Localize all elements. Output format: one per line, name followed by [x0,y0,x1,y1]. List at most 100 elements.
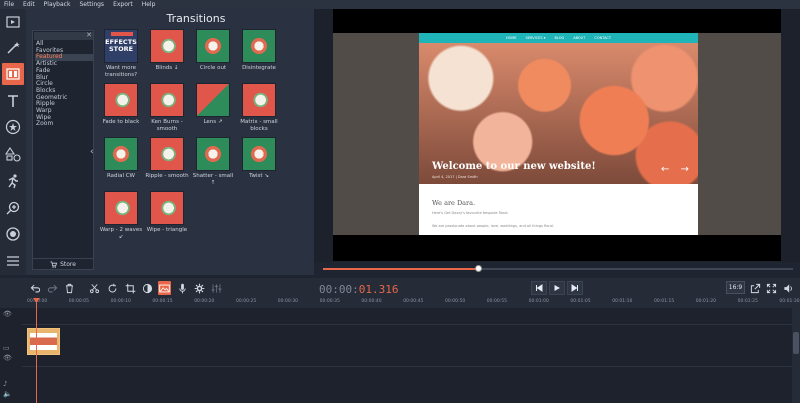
menu-settings[interactable]: Settings [79,1,104,8]
rotate-icon[interactable] [106,281,119,295]
transition-label: Ken Burns - smooth [151,119,183,132]
site-nav-services: SERVICES ▾ [525,36,546,40]
text-icon[interactable] [2,90,24,112]
category-item[interactable]: Zoom [35,121,93,128]
transition-tile[interactable]: Shatter - small ↑ [190,137,236,186]
trash-icon[interactable] [63,281,76,295]
crop-icon[interactable] [124,281,137,295]
track-mute-icon[interactable]: 🔈 [3,390,12,398]
track-visibility-icon[interactable]: 👁 [3,310,12,318]
ruler-tick: 00:01:10 [612,299,633,304]
transition-tile[interactable]: Radial CW [98,137,144,180]
ruler-tick: 00:00:20 [194,299,215,304]
ruler-tick: 00:01:05 [570,299,591,304]
hero-subtitle: April 4, 2017 | Dara Smith [432,175,478,179]
import-icon[interactable] [2,11,24,33]
category-list: ✕ All Favorites Featured Artistic Fade Blur Ci… [32,30,94,270]
scrollbar-thumb[interactable] [793,332,799,354]
skip-forward-button[interactable] [567,281,583,295]
transition-thumbnail [196,83,230,117]
timeline-scrollbar[interactable] [792,308,800,403]
clear-search-icon[interactable]: ✕ [86,31,92,39]
transition-label: Radial CW [106,173,135,179]
video-clip[interactable] [27,328,60,355]
transition-tile[interactable]: Matrix - small blocks [236,83,282,132]
menu-help[interactable]: Help [142,1,156,8]
skip-back-button[interactable] [531,281,547,295]
timeline-ruler[interactable]: 00:00:0000:00:0500:00:1000:00:1500:00:20… [0,298,800,308]
video-track-icon: ▭ [3,344,10,352]
transition-thumbnail [104,137,138,171]
video-preview[interactable]: HOME SERVICES ▾ BLOG ABOUT CONTACT Welco… [333,9,781,261]
transition-tile[interactable]: Ripple - smooth [144,137,190,180]
redo-icon[interactable] [46,281,59,295]
store-button[interactable]: Store [33,258,93,270]
track-visibility-icon-2[interactable]: 👁 [3,354,12,362]
transition-label: Lens ↗ [203,119,223,125]
website-capture: HOME SERVICES ▾ BLOG ABOUT CONTACT Welco… [419,33,698,235]
scrub-handle[interactable] [475,265,483,272]
equalizer-icon[interactable] [210,281,223,295]
shapes-icon[interactable] [2,143,24,165]
transition-tile[interactable]: EFFECTS STORE Want more transitions? [98,29,144,78]
transition-tile[interactable]: Blinds ↓ [144,29,190,72]
ruler-tick: 00:00:30 [277,299,299,304]
transition-tile[interactable]: Wipe - triangle [144,191,190,234]
transition-label: Fade to black [102,119,140,125]
transition-tile[interactable]: Fade to black [98,83,144,126]
magic-wand-icon[interactable] [2,37,24,59]
site-nav-about: ABOUT [573,36,586,40]
transition-label: Want more transitions? [105,65,137,78]
hero-arrows: ← → [661,164,693,175]
camera-record-icon[interactable] [2,223,24,245]
transition-tile[interactable]: Ken Burns - smooth [144,83,190,132]
fullscreen-icon[interactable] [765,281,778,295]
playback-scrubber[interactable] [323,262,793,274]
scrub-progress [323,268,479,270]
store-tag [111,32,133,36]
transition-label: Wipe - triangle [146,227,188,233]
transition-thumbnail [196,29,230,63]
playhead[interactable] [36,298,37,403]
play-button[interactable] [549,281,565,295]
film-transitions-icon[interactable] [2,63,24,85]
detach-preview-icon[interactable] [749,281,762,295]
zoom-icon[interactable] [2,197,24,219]
running-man-icon[interactable] [2,170,24,192]
section-paragraph-1: Here's Get Dazzy's favourite bespoke flo… [432,211,509,215]
menubar: File Edit Playback Settings Export Help [0,0,800,9]
collapse-panel-icon[interactable]: ‹ [90,147,94,157]
transition-label: Shatter - small ↑ [192,173,234,186]
menu-edit[interactable]: Edit [23,1,35,8]
clip-thumbnail [30,333,57,350]
ruler-tick: 00:01:25 [737,299,758,304]
transition-tile[interactable]: Twist ↘ [236,137,282,180]
microphone-icon[interactable] [176,281,189,295]
settings-gear-icon[interactable] [193,281,206,295]
transition-tile[interactable]: Disintegrate [236,29,282,72]
aspect-ratio-button[interactable]: 16:9 [726,281,745,294]
star-sticker-icon[interactable] [2,116,24,138]
site-nav-home: HOME [506,36,517,40]
undo-icon[interactable] [29,281,42,295]
preview-area: HOME SERVICES ▾ BLOG ABOUT CONTACT Welco… [314,9,800,262]
timeline[interactable]: 👁 ▭ 👁 ♪ 🔈 [0,308,800,403]
transitions-panel: Transitions ✕ All Favorites Featured Artist… [26,9,314,275]
color-adjust-icon[interactable] [141,281,154,295]
menu-file[interactable]: File [4,1,14,8]
store-tile-text: STORE [108,45,134,53]
menu-playback[interactable]: Playback [44,1,71,8]
category-search-input[interactable]: ✕ [34,31,93,40]
transition-tile[interactable]: Circle out [190,29,236,72]
transition-thumbnail [150,137,184,171]
cut-icon[interactable] [88,281,101,295]
transition-thumbnail [242,83,276,117]
volume-icon[interactable] [782,281,795,295]
menu-list-icon[interactable] [2,250,24,272]
ruler-tick: 00:00:15 [152,299,173,304]
transition-tile[interactable]: Warp - 2 waves ↙ [98,191,144,240]
transition-tile[interactable]: Lens ↗ [190,83,236,126]
ruler-tick: 00:00:40 [361,299,382,304]
image-overlay-icon[interactable] [158,281,171,295]
menu-export[interactable]: Export [113,1,133,8]
